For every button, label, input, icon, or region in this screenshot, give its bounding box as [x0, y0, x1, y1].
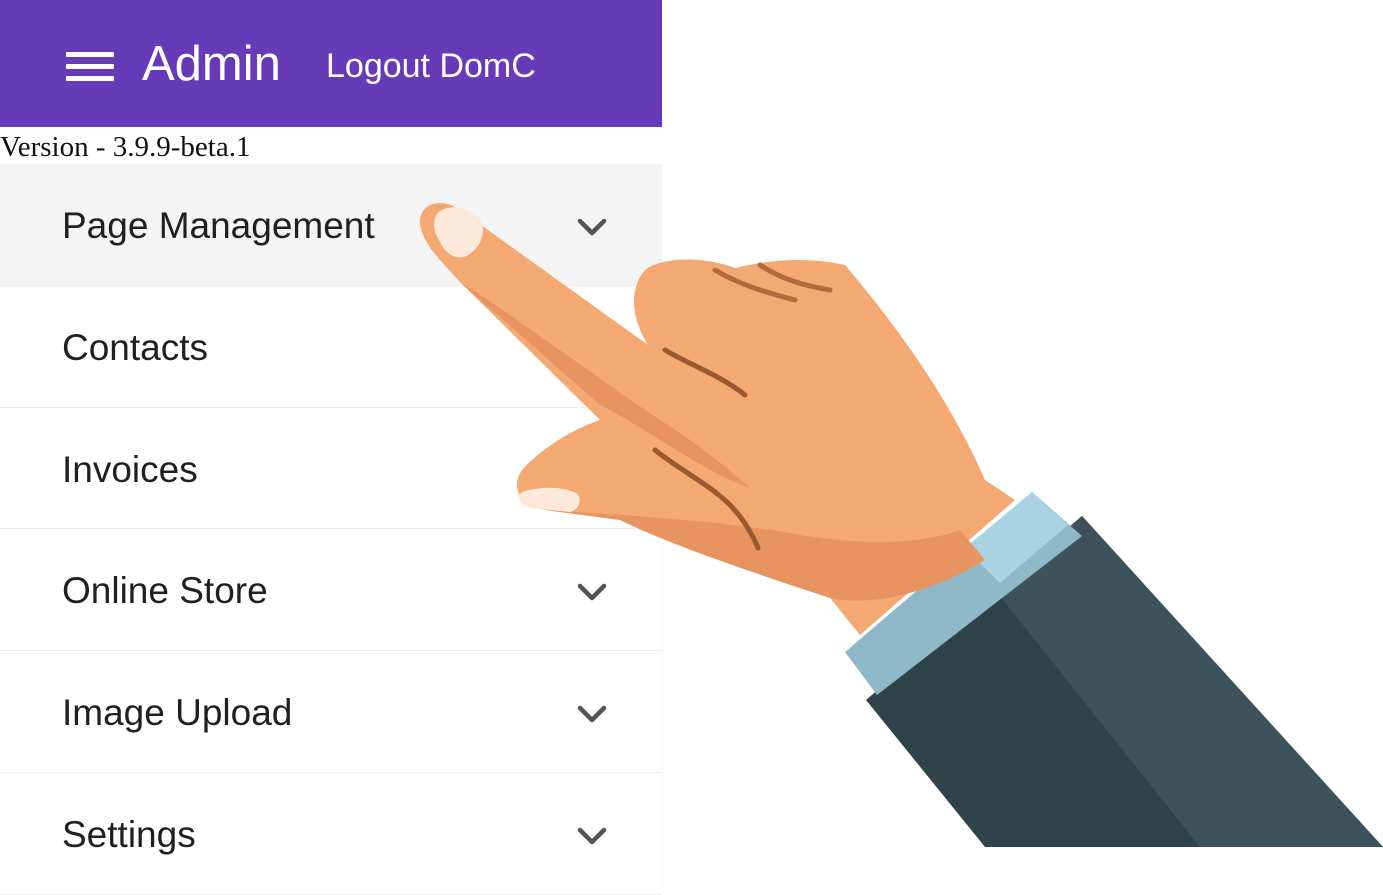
sidebar-item-label: Online Store: [62, 570, 268, 612]
sidebar-item-label: Settings: [62, 813, 196, 855]
sidebar-item-label: Contacts: [62, 326, 209, 368]
sidebar-item-label: Invoices: [62, 448, 198, 490]
app-title: Admin: [142, 37, 281, 91]
sidebar-item-label: Image Upload: [62, 692, 293, 734]
logout-button[interactable]: Logout DomC: [326, 46, 536, 86]
pointing-hand-icon: [419, 202, 1383, 847]
top-app-bar: Admin Logout DomC: [0, 0, 662, 127]
sidebar-item-label: Page Management: [62, 205, 375, 246]
hamburger-menu-icon[interactable]: [66, 50, 116, 84]
version-text: Version - 3.9.9-beta.1: [0, 131, 251, 163]
